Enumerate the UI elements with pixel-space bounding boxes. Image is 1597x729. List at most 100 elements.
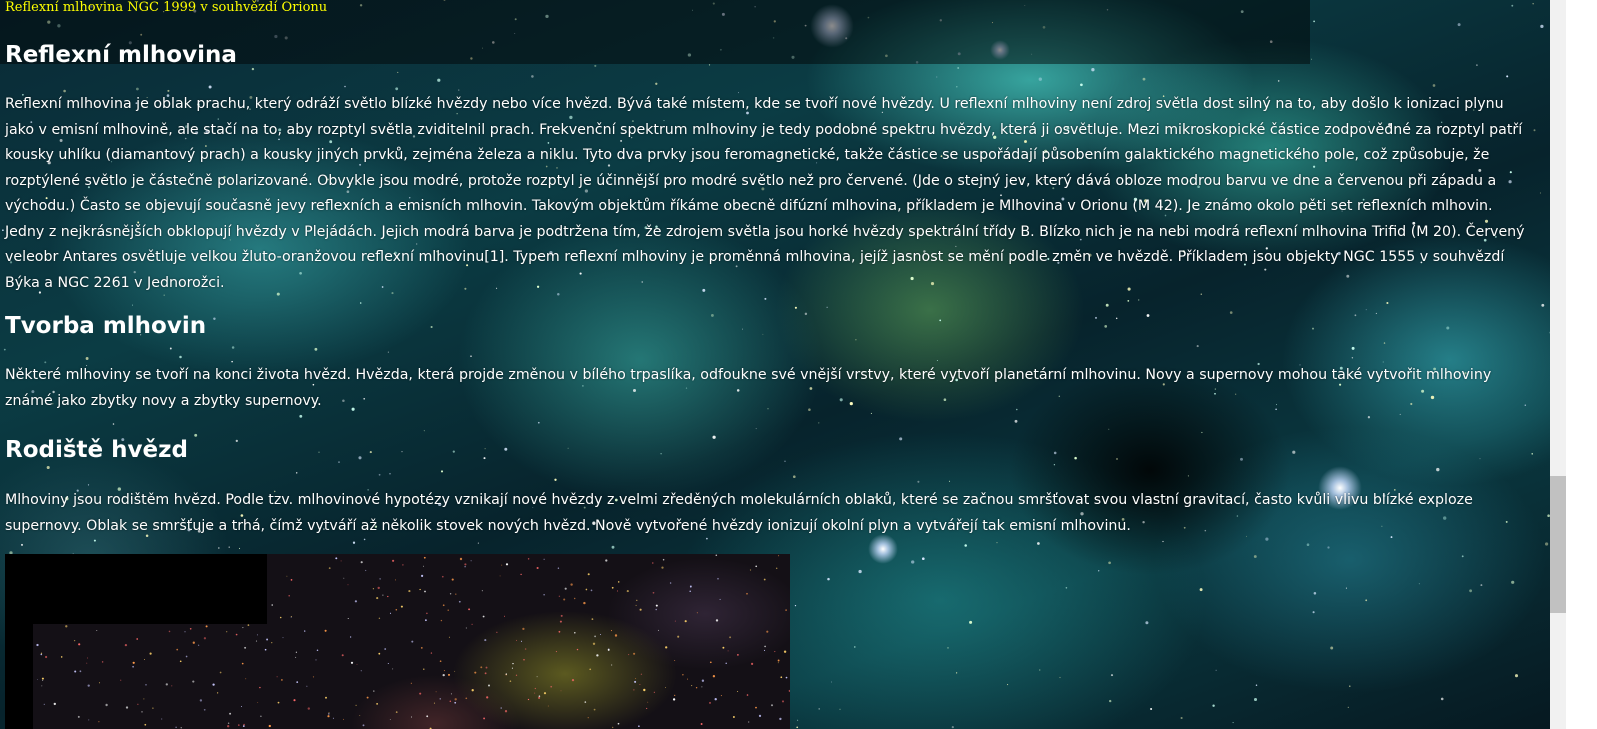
star-dot [470, 355, 472, 357]
star-dot [295, 472, 298, 474]
photo-star-dot [583, 601, 586, 605]
photo-star-dot [639, 608, 642, 611]
photo-star-dot [523, 659, 525, 661]
photo-star-dot [777, 659, 780, 662]
photo-star-dot [281, 679, 283, 681]
photo-star-dot [447, 609, 449, 611]
star-dot [794, 306, 797, 309]
photo-star-dot [347, 618, 349, 619]
star-dot [855, 339, 857, 341]
star-dot [484, 448, 486, 450]
photo-star-dot [691, 685, 693, 687]
star-dot [85, 357, 89, 360]
star-dot [1383, 342, 1386, 344]
photo-star-dot [392, 559, 395, 562]
photo-star-dot [227, 725, 230, 728]
photo-star-dot [522, 627, 525, 631]
photo-star-dot [53, 702, 56, 706]
star-dot [1514, 674, 1519, 678]
photo-star-dot [576, 648, 579, 651]
photo-star-dot [709, 661, 712, 664]
photo-star-dot [749, 569, 752, 571]
photo-star-dot [145, 684, 147, 686]
photo-star-dot [282, 637, 284, 639]
scrollbar-thumb[interactable] [1550, 476, 1566, 613]
photo-star-dot [448, 636, 450, 638]
star-dot [397, 71, 399, 73]
photo-star-dot [471, 623, 473, 626]
photo-star-dot [557, 567, 560, 569]
photo-star-dot [485, 666, 488, 669]
section-heading-reflexni-mlhovina: Reflexní mlhovina [5, 42, 237, 68]
star-dot [854, 646, 856, 648]
star-dot [1432, 84, 1436, 87]
photo-star-dot [785, 676, 788, 679]
photo-star-dot [96, 630, 98, 632]
photo-star-dot [520, 573, 522, 576]
photo-star-dot [356, 663, 358, 665]
photo-star-dot [105, 703, 108, 707]
photo-star-dot [455, 593, 457, 595]
star-dot [1038, 77, 1042, 81]
photo-star-dot [640, 673, 643, 675]
star-dot [1196, 345, 1199, 348]
star-dot [238, 547, 241, 550]
star-dot [1469, 589, 1473, 593]
star-dot [1313, 20, 1315, 23]
photo-star-dot [426, 612, 428, 615]
photo-star-dot [205, 625, 208, 628]
photo-star-dot [360, 561, 363, 564]
photo-star-dot [98, 721, 100, 723]
star-dot [1091, 68, 1095, 72]
star-dot [1065, 587, 1068, 589]
star-dot [827, 577, 830, 581]
photo-star-dot [382, 594, 384, 596]
photo-star-dot [617, 581, 620, 583]
photo-star-dot [424, 590, 426, 593]
star-dot [1253, 555, 1257, 558]
photo-star-dot [638, 725, 640, 728]
photo-star-dot [295, 656, 297, 658]
photo-star-dot [312, 676, 315, 678]
photo-star-dot [264, 648, 267, 651]
star-dot [1365, 309, 1367, 311]
star-dot [936, 76, 938, 78]
star-dot [1327, 546, 1330, 549]
photo-star-dot [511, 667, 513, 669]
photo-star-dot [266, 638, 269, 641]
photo-star-dot [633, 689, 635, 691]
photo-star-dot [199, 699, 203, 702]
photo-star-dot [614, 634, 618, 637]
photo-star-dot [496, 631, 498, 633]
star-dot [1457, 23, 1461, 27]
photo-star-dot [646, 707, 648, 709]
photo-star-dot [144, 723, 147, 726]
star-dot [2, 229, 4, 232]
star-dot [1313, 592, 1317, 595]
star-dot [1104, 325, 1108, 328]
star-dot [1277, 80, 1280, 82]
star-dot [1014, 419, 1018, 423]
photo-star-dot [610, 630, 613, 632]
photo-star-dot [120, 679, 122, 681]
photo-star-dot [255, 640, 258, 642]
star-dot [1539, 192, 1541, 194]
star-dot [1399, 413, 1401, 415]
photo-star-dot [306, 685, 308, 687]
photo-star-dot [41, 685, 43, 687]
photo-star-dot [175, 726, 177, 728]
star-dot [831, 681, 832, 683]
photo-star-dot [515, 639, 518, 641]
scrollbar-track[interactable] [1550, 0, 1566, 729]
star-dot [504, 447, 508, 451]
photo-star-dot [661, 566, 664, 569]
photo-star-dot [587, 717, 589, 719]
photo-star-dot [574, 597, 576, 600]
star-dot [20, 543, 24, 546]
photo-star-dot [543, 692, 547, 695]
photo-star-dot [484, 672, 487, 675]
star-dot [917, 480, 920, 483]
photo-star-dot [464, 566, 466, 568]
photo-star-dot [411, 640, 414, 643]
star-dot [1292, 450, 1296, 454]
